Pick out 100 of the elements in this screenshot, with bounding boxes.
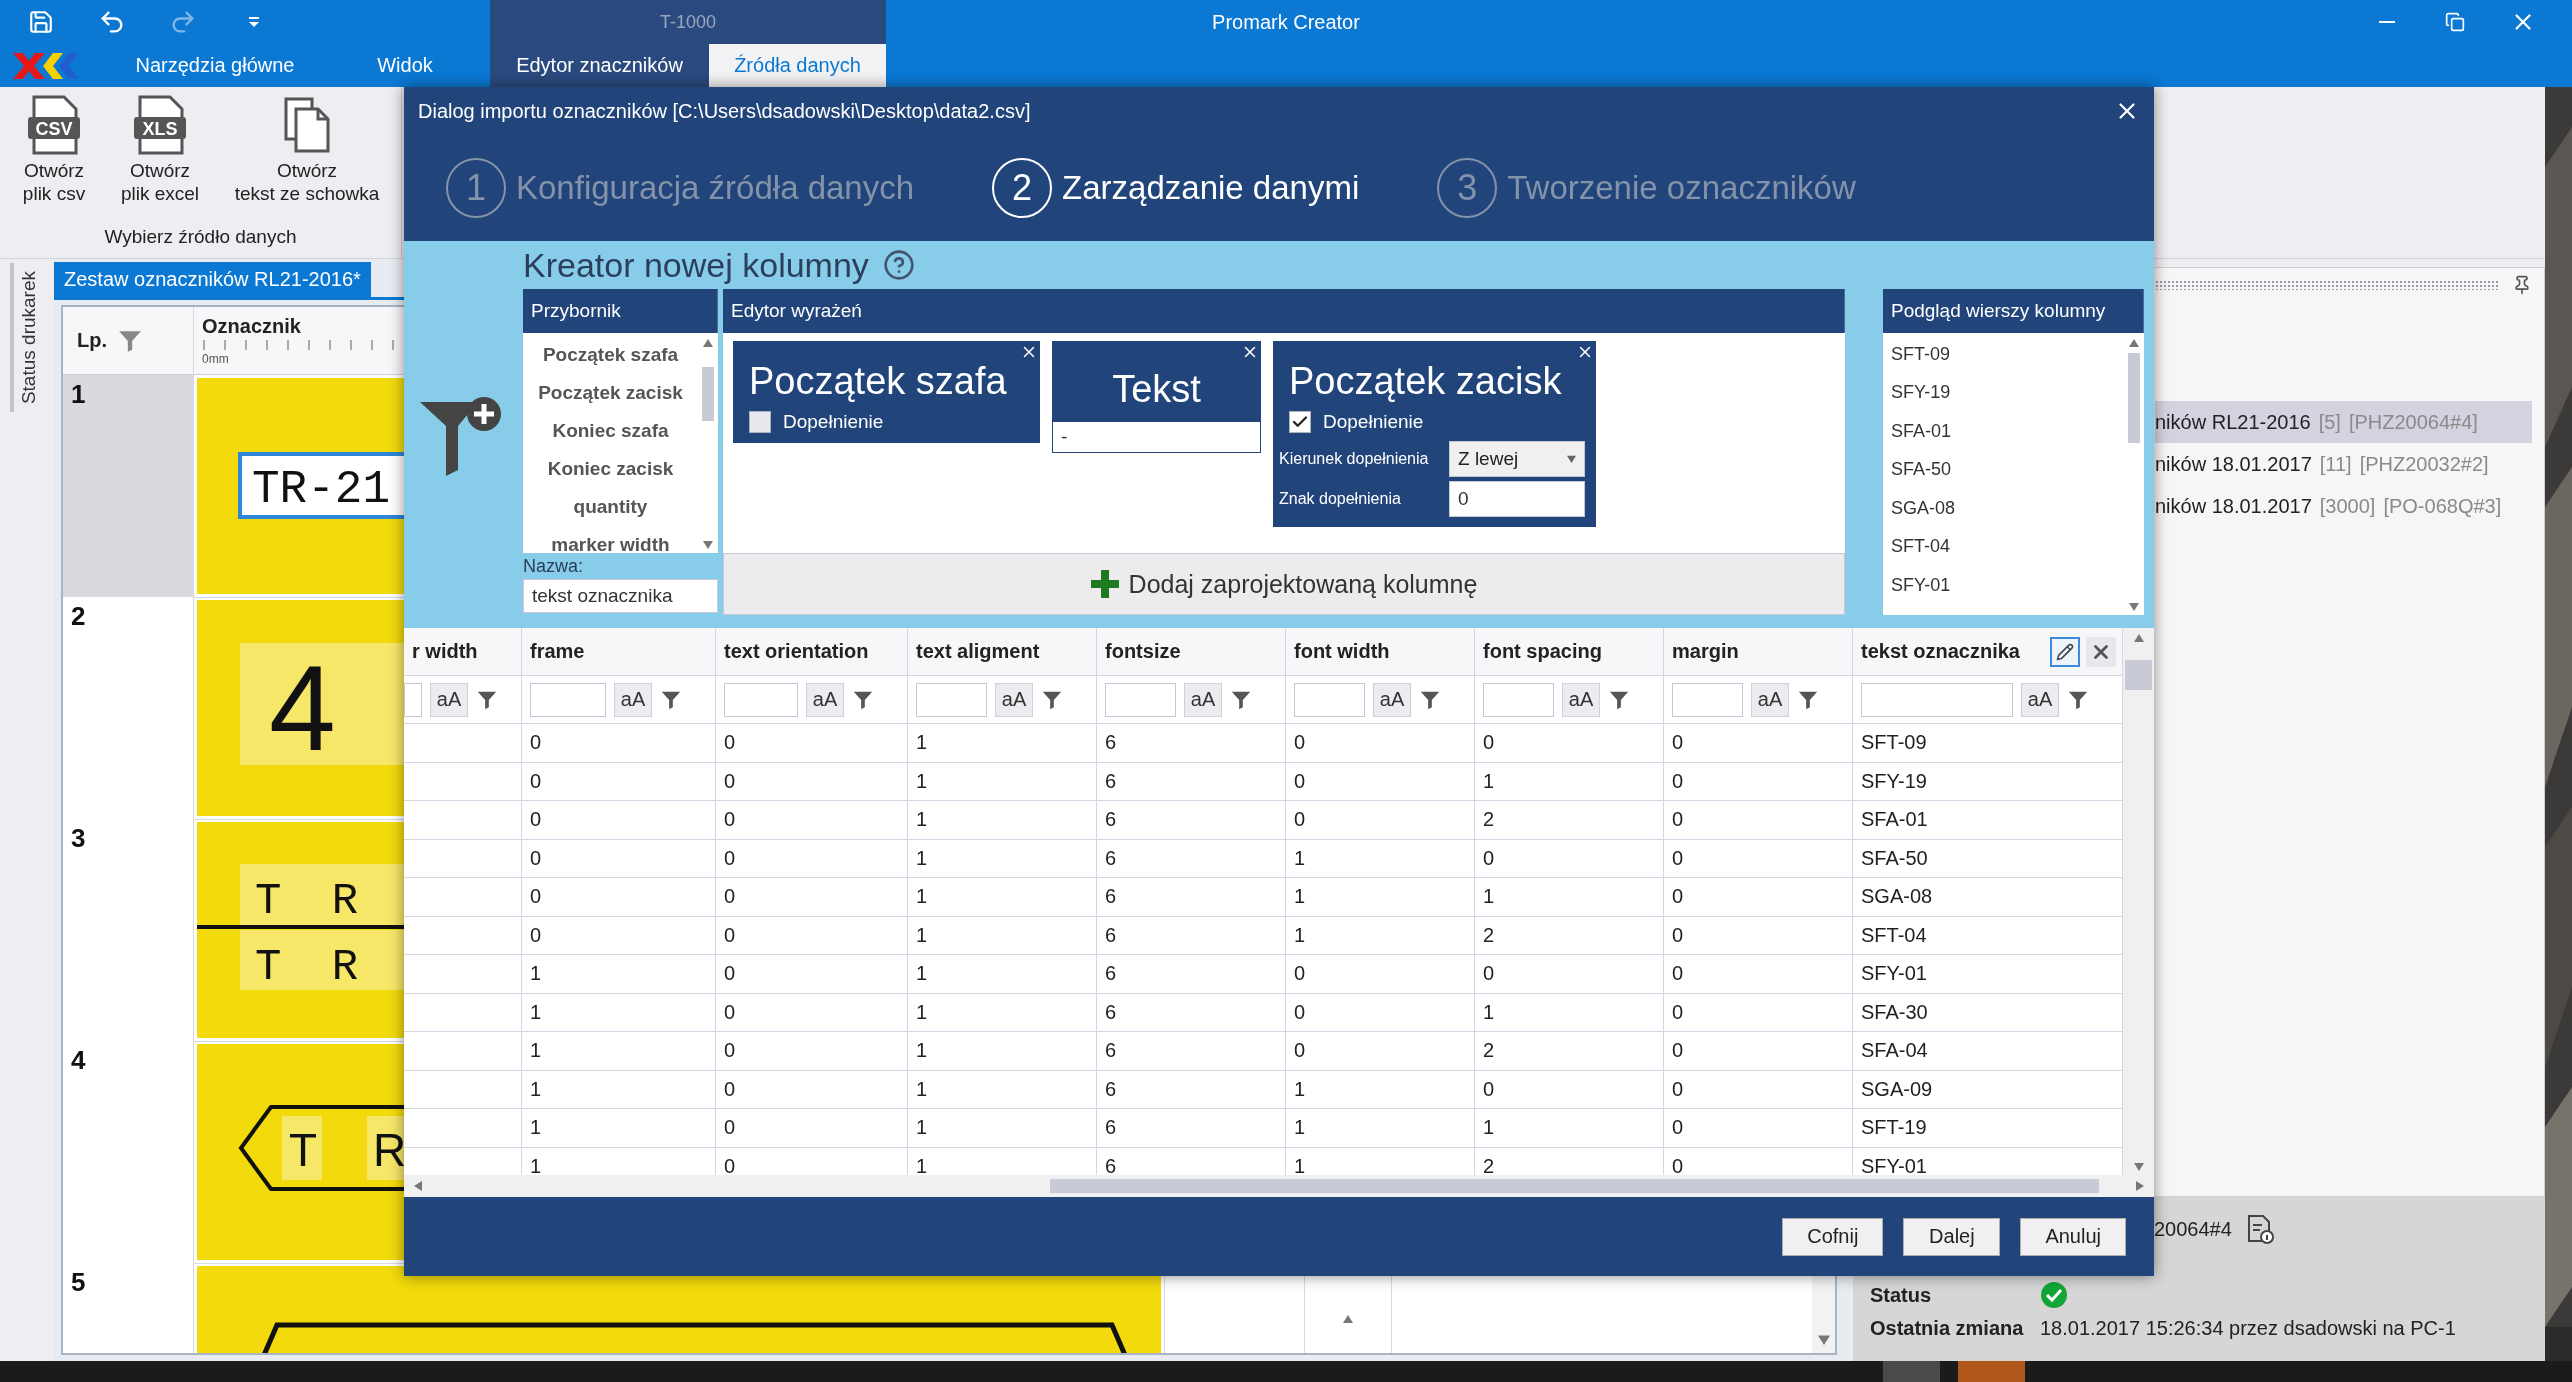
scrollbar-thumb[interactable] bbox=[702, 367, 714, 421]
column-header[interactable]: font width bbox=[1286, 628, 1475, 676]
checkbox[interactable] bbox=[1289, 410, 1311, 433]
case-toggle[interactable]: aA bbox=[1373, 682, 1411, 717]
filter-field[interactable] bbox=[1294, 682, 1365, 717]
toolbox-item[interactable]: marker width bbox=[523, 526, 698, 553]
document-tab[interactable]: Zestaw oznaczników RL21-2016* bbox=[54, 262, 371, 297]
scroll-up-icon[interactable] bbox=[2133, 632, 2144, 642]
filter-field[interactable] bbox=[916, 682, 987, 717]
checkbox[interactable] bbox=[749, 410, 771, 433]
set-list-item[interactable]: ników RL21-2016 [5] [PHZ20064#4] bbox=[2155, 401, 2532, 443]
expression-block[interactable]: Początek zacisk Dopełnienie Kierunek dopełnienia Z lewej Znak dopełnienia 0 bbox=[1273, 341, 1596, 527]
row-number-cell[interactable]: 5 bbox=[63, 1263, 194, 1353]
column-header[interactable]: font spacing bbox=[1475, 628, 1664, 676]
table-cell: 1 bbox=[530, 1116, 542, 1140]
scrollbar-thumb[interactable] bbox=[1050, 1179, 2099, 1193]
open-file-button[interactable]: Otwórz tekst ze schowka bbox=[212, 95, 402, 205]
sort-arrow-icon[interactable] bbox=[1343, 1313, 1353, 1323]
row-number-cell[interactable]: 4 bbox=[63, 1041, 194, 1264]
column-header[interactable]: margin bbox=[1664, 628, 1853, 676]
input-field[interactable]: 0 bbox=[1449, 480, 1585, 517]
panel-header: Podgląd wierszy kolumny bbox=[1883, 289, 2144, 333]
ribbon-tab[interactable]: Źródła danych bbox=[709, 44, 886, 87]
open-file-button[interactable]: XLS Otwórz plik excel bbox=[108, 95, 212, 205]
table-cell: SFT-04 bbox=[1861, 923, 1927, 947]
dialog-button[interactable]: Anuluj bbox=[2020, 1217, 2126, 1256]
case-toggle[interactable]: aA bbox=[1562, 682, 1600, 717]
case-toggle[interactable]: aA bbox=[430, 682, 468, 717]
set-list-item[interactable]: ników 18.01.2017 [11] [PHZ20032#2] bbox=[2155, 443, 2532, 485]
filter-field[interactable] bbox=[1105, 682, 1176, 717]
filter-field[interactable] bbox=[724, 682, 798, 717]
window-title: Promark Creator bbox=[1212, 10, 1360, 34]
expression-block[interactable]: Początek szafa Dopełnienie bbox=[733, 341, 1040, 443]
toolbox-item[interactable]: Koniec zacisk bbox=[523, 450, 698, 488]
save-icon bbox=[28, 9, 54, 35]
column-header[interactable]: text orientation bbox=[716, 628, 908, 676]
edit-button[interactable] bbox=[2050, 637, 2080, 667]
scrollbar[interactable] bbox=[2126, 337, 2142, 611]
scrollbar[interactable] bbox=[404, 1175, 2154, 1197]
caret-icon[interactable] bbox=[1567, 454, 1576, 464]
scroll-up-icon[interactable] bbox=[2129, 337, 2139, 347]
column-header[interactable]: frame bbox=[522, 628, 716, 676]
scroll-down-icon[interactable] bbox=[2129, 601, 2139, 611]
column-header[interactable]: tekst oznacznika bbox=[1853, 628, 2123, 676]
delete-button[interactable] bbox=[2086, 637, 2116, 667]
letter-tile: T bbox=[282, 1116, 322, 1180]
ruler-label: 0mm bbox=[202, 352, 229, 366]
open-file-button[interactable]: CSV Otwórz plik csv bbox=[0, 95, 108, 205]
table-cell: 1 bbox=[1483, 769, 1495, 793]
pin-icon[interactable] bbox=[2512, 274, 2532, 295]
case-toggle[interactable]: aA bbox=[2021, 682, 2059, 717]
column-header[interactable]: fontsize bbox=[1097, 628, 1286, 676]
set-name: ników 18.01.2017 bbox=[2155, 452, 2312, 476]
set-list-item[interactable]: ników 18.01.2017 [3000] [PO-068Q#3] bbox=[2155, 485, 2532, 527]
ribbon-tab[interactable]: Edytor znaczników bbox=[490, 44, 709, 87]
filter-field[interactable] bbox=[1672, 682, 1743, 717]
help-icon[interactable] bbox=[882, 249, 915, 281]
table-cell: 1 bbox=[916, 808, 928, 832]
case-toggle[interactable]: aA bbox=[614, 682, 652, 717]
scroll-up-icon[interactable] bbox=[703, 337, 713, 347]
filter-field[interactable] bbox=[1483, 682, 1554, 717]
case-toggle[interactable]: aA bbox=[1751, 682, 1789, 717]
preview-row-text: SFT-09 bbox=[1891, 342, 1952, 366]
scroll-down-icon[interactable] bbox=[1817, 1333, 1830, 1345]
row-number-cell[interactable]: 3 bbox=[63, 819, 194, 1042]
document-info-icon[interactable] bbox=[2245, 1214, 2274, 1244]
ribbon-tab[interactable]: Narzędzia główne bbox=[110, 44, 320, 87]
filter-field[interactable] bbox=[404, 682, 422, 717]
scrollbar-thumb[interactable] bbox=[2128, 353, 2140, 443]
scroll-right-icon[interactable] bbox=[2136, 1181, 2146, 1191]
filter-field[interactable] bbox=[530, 682, 606, 717]
table-cell: 1 bbox=[916, 846, 928, 870]
scroll-left-icon[interactable] bbox=[412, 1181, 422, 1191]
toolbox-item[interactable]: Koniec szafa bbox=[523, 412, 698, 450]
filter-field[interactable] bbox=[1861, 682, 2013, 717]
row-number-cell[interactable]: 2 bbox=[63, 597, 194, 820]
ribbon-tab[interactable]: Widok bbox=[320, 44, 490, 87]
case-toggle[interactable]: aA bbox=[806, 682, 844, 717]
scrollbar[interactable] bbox=[700, 337, 716, 549]
column-header[interactable]: r width bbox=[404, 628, 522, 676]
scroll-down-icon[interactable] bbox=[703, 539, 713, 549]
wizard-step[interactable]: 2 Zarządzanie danymi bbox=[992, 158, 1360, 218]
scroll-down-icon[interactable] bbox=[2133, 1161, 2144, 1171]
toolbox-item[interactable]: Początek szafa bbox=[523, 336, 698, 374]
row-number-cell[interactable]: 1 bbox=[63, 375, 194, 598]
name-field[interactable]: tekst oznacznika bbox=[523, 579, 718, 613]
scrollbar[interactable] bbox=[2123, 628, 2154, 1175]
scrollbar-thumb[interactable] bbox=[2125, 660, 2152, 690]
case-toggle[interactable]: aA bbox=[1184, 682, 1222, 717]
toolbox-item[interactable]: Początek zacisk bbox=[523, 374, 698, 412]
case-toggle[interactable]: aA bbox=[995, 682, 1033, 717]
add-column-button[interactable]: Dodaj zaprojektowaną kolumnę bbox=[723, 553, 1845, 615]
expression-block[interactable]: Tekst bbox=[1052, 341, 1261, 421]
text-field[interactable]: - bbox=[1052, 421, 1261, 453]
table-cell: 0 bbox=[724, 962, 736, 986]
dropdown[interactable]: Z lewej bbox=[1449, 440, 1585, 477]
dialog-button[interactable]: Cofnij bbox=[1782, 1217, 1884, 1256]
column-header[interactable]: text aligment bbox=[908, 628, 1097, 676]
toolbox-item[interactable]: quantity bbox=[523, 488, 698, 526]
dialog-button[interactable]: Dalej bbox=[1903, 1217, 2001, 1256]
